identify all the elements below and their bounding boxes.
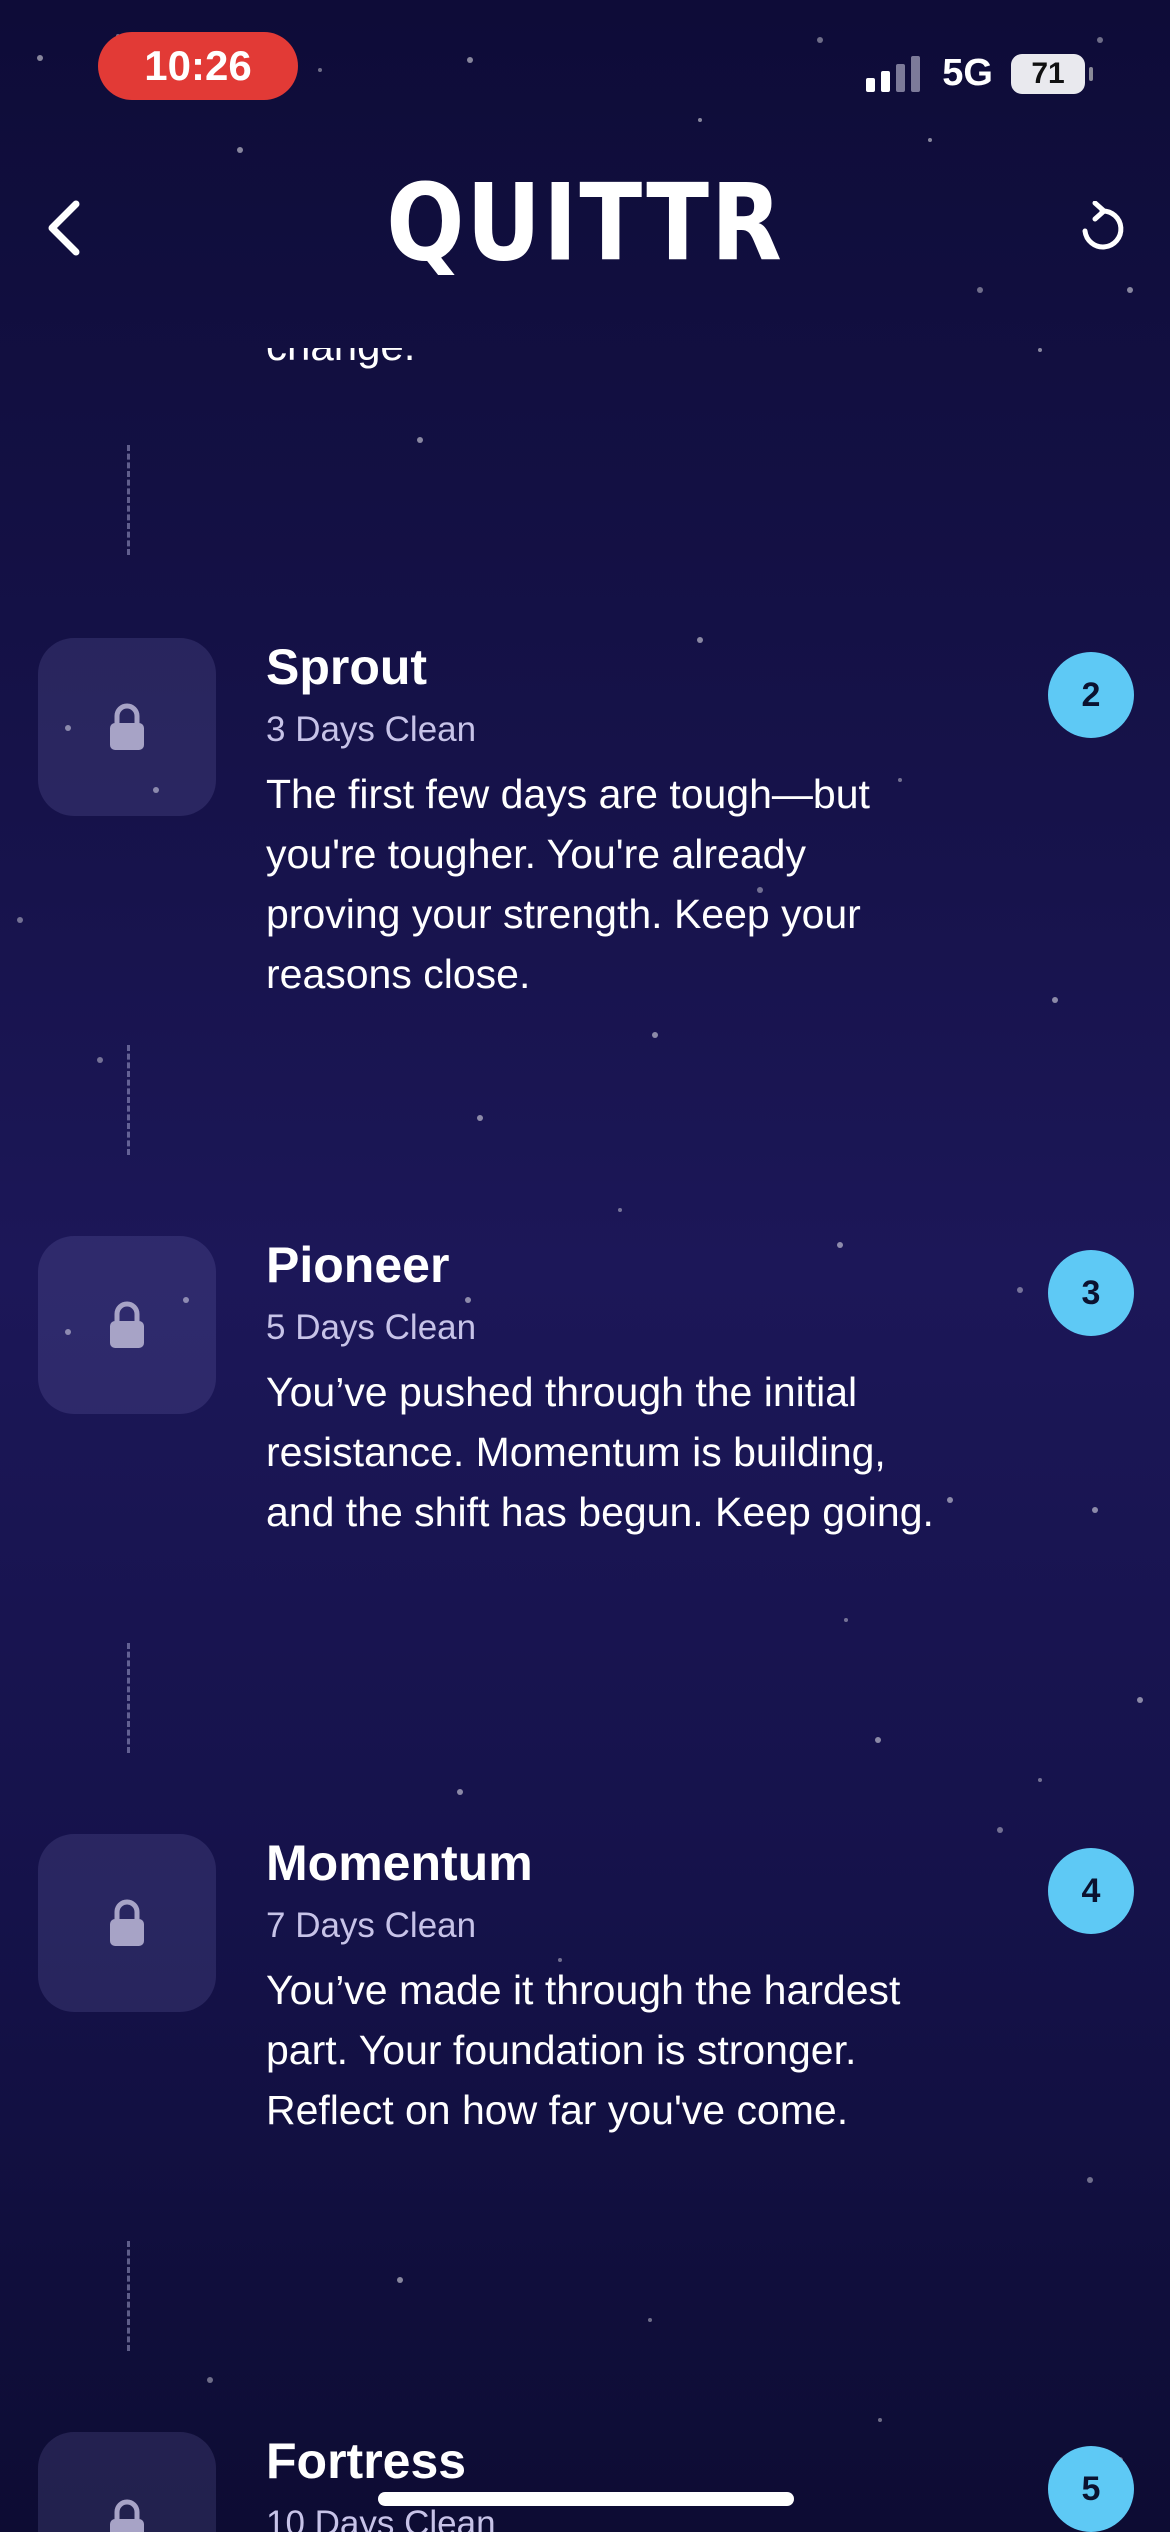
status-indicators: 5G 71 [864,52,1093,95]
timeline-connector [127,1045,130,1155]
refresh-icon [1082,201,1124,250]
milestone-lock-tile [38,2432,216,2532]
timeline-connector [127,2241,130,2351]
milestone-subtitle: 10 Days Clean [266,2504,496,2532]
home-indicator[interactable] [378,2492,794,2506]
milestone-title: Pioneer [266,1237,450,1293]
timeline-connector [127,445,130,555]
milestone-number-badge: 3 [1048,1250,1134,1336]
milestone-title: Sprout [266,639,428,695]
battery-indicator: 71 [1011,53,1093,94]
milestone-item[interactable]: Sprout 3 Days Clean The first few days a… [0,638,1170,998]
lock-icon [110,1899,144,1946]
milestone-item[interactable]: Fortress 10 Days Clean 5 [0,2432,1170,2532]
milestone-description: The first few days are tough—but you're … [266,771,870,997]
milestone-subtitle: 7 Days Clean [266,1906,477,1945]
previous-milestone-description: change. [266,348,966,396]
lock-icon [110,2499,144,2532]
timeline-connector [127,1643,130,1753]
milestones-screen: 10:26 5G 71 QUITTR change. [0,0,1170,2532]
lock-icon [110,1301,144,1348]
app-logo: QUITTR [386,161,784,286]
milestone-subtitle: 5 Days Clean [266,1308,477,1347]
milestone-subtitle: 3 Days Clean [266,710,477,749]
status-time: 10:26 [98,32,298,100]
milestone-title: Fortress [266,2433,467,2489]
milestone-item[interactable]: Pioneer 5 Days Clean You’ve pushed throu… [0,1236,1170,1596]
milestone-lock-tile [38,1834,216,2012]
milestone-lock-tile [38,638,216,816]
refresh-button[interactable] [1072,198,1132,258]
milestone-description: You’ve made it through the hardest part.… [266,1967,901,2133]
milestone-number-badge: 2 [1048,652,1134,738]
milestone-description: You’ve pushed through the initial resist… [266,1369,934,1535]
network-type: 5G [942,52,993,94]
milestone-number-badge: 4 [1048,1848,1134,1934]
lock-icon [110,703,144,750]
milestone-title: Momentum [266,1835,533,1891]
milestone-number-badge: 5 [1048,2446,1134,2532]
milestone-item[interactable]: Momentum 7 Days Clean You’ve made it thr… [0,1834,1170,2194]
cellular-signal-icon [866,55,921,92]
milestone-lock-tile [38,1236,216,1414]
